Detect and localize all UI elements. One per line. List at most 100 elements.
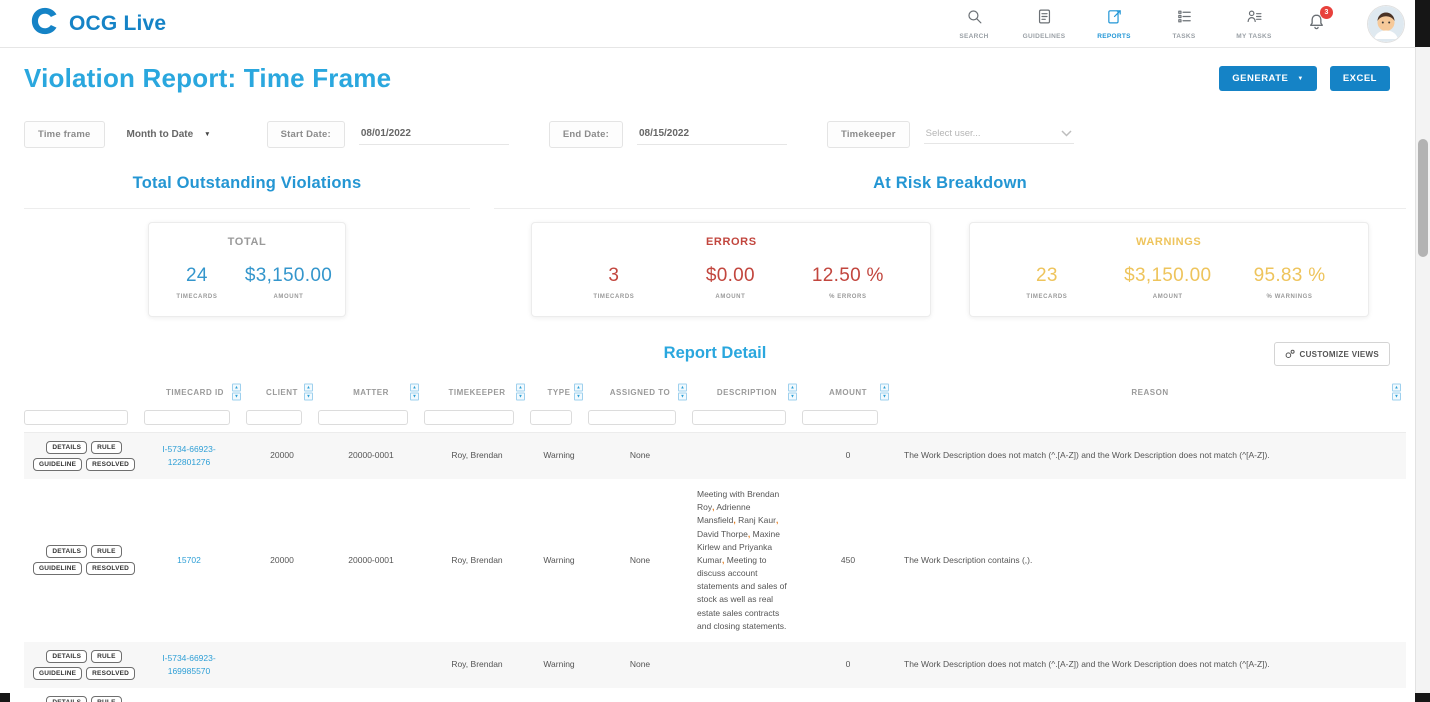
sort-asc-icon[interactable]: ▲ xyxy=(574,384,583,392)
sort-control[interactable]: ▲▼ xyxy=(678,384,687,401)
sort-asc-icon[interactable]: ▲ xyxy=(410,384,419,392)
timecard-id-link[interactable]: 15702 xyxy=(177,555,201,565)
resolved-button[interactable]: RESOLVED xyxy=(86,458,135,471)
nav-label: SEARCH xyxy=(959,33,988,40)
nav-label: GUIDELINES xyxy=(1023,33,1066,40)
sort-asc-icon[interactable]: ▲ xyxy=(232,384,241,392)
ocg-logo-icon xyxy=(30,6,60,41)
sort-desc-icon[interactable]: ▼ xyxy=(574,393,583,401)
filter-input-type[interactable] xyxy=(530,410,572,425)
sort-control[interactable]: ▲▼ xyxy=(574,384,583,401)
resolved-button[interactable]: RESOLVED xyxy=(86,562,135,575)
end-date-input[interactable] xyxy=(637,123,787,145)
column-type: TYPE ▲▼ xyxy=(530,380,588,404)
brand[interactable]: OCG Live xyxy=(30,6,166,41)
type-cell: Warning xyxy=(530,545,588,576)
filter-input-client[interactable] xyxy=(246,410,302,425)
assigned-to-cell: None xyxy=(588,545,692,576)
customize-views-label: CUSTOMIZE VIEWS xyxy=(1300,350,1379,359)
user-avatar[interactable] xyxy=(1368,6,1404,42)
caret-down-icon: ▼ xyxy=(1297,76,1303,82)
description-cell xyxy=(692,656,802,674)
sort-asc-icon[interactable]: ▲ xyxy=(516,384,525,392)
time-frame-label: Time frame xyxy=(24,121,105,148)
notifications-button[interactable]: 3 xyxy=(1307,12,1326,36)
sort-control[interactable]: ▲▼ xyxy=(304,384,313,401)
client-cell xyxy=(246,656,318,674)
report-table: TIMECARD ID ▲▼ CLIENT ▲▼ MATTER ▲▼ TIMEK… xyxy=(24,380,1406,702)
timekeeper-input[interactable] xyxy=(926,128,1036,139)
filter-input-timecard-id[interactable] xyxy=(144,410,230,425)
sort-desc-icon[interactable]: ▼ xyxy=(788,393,797,401)
filter-input-actions[interactable] xyxy=(24,410,128,425)
sort-desc-icon[interactable]: ▼ xyxy=(304,393,313,401)
details-button[interactable]: DETAILS xyxy=(46,545,87,558)
rule-button[interactable]: RULE xyxy=(91,545,122,558)
metric-label: AMOUNT xyxy=(695,294,765,300)
nav-item-guidelines[interactable]: GUIDELINES xyxy=(1021,8,1067,40)
details-button[interactable]: DETAILS xyxy=(46,696,87,702)
details-button[interactable]: DETAILS xyxy=(46,650,87,663)
timekeeper-select[interactable] xyxy=(924,124,1074,144)
nav-item-tasks[interactable]: TASKS xyxy=(1161,8,1207,40)
sort-control[interactable]: ▲▼ xyxy=(1392,384,1401,401)
filter-input-timekeeper[interactable] xyxy=(424,410,514,425)
sort-asc-icon[interactable]: ▲ xyxy=(1392,384,1401,392)
sort-control[interactable]: ▲▼ xyxy=(232,384,241,401)
filter-input-amount[interactable] xyxy=(802,410,878,425)
time-frame-select[interactable]: Month to Date ▼ xyxy=(127,129,211,140)
sort-desc-icon[interactable]: ▼ xyxy=(678,393,687,401)
nav-item-my-tasks[interactable]: MY TASKS xyxy=(1231,8,1277,40)
rule-button[interactable]: RULE xyxy=(91,696,122,702)
sort-desc-icon[interactable]: ▼ xyxy=(516,393,525,401)
timecard-id-link[interactable]: I-5734-66923-169985570 xyxy=(162,653,215,676)
at-risk-section: At Risk Breakdown ERRORS 3 TIMECARDS $0.… xyxy=(494,174,1406,317)
generate-button[interactable]: GENERATE ▼ xyxy=(1219,66,1317,91)
sort-desc-icon[interactable]: ▼ xyxy=(1392,393,1401,401)
sort-asc-icon[interactable]: ▲ xyxy=(678,384,687,392)
time-frame-value: Month to Date xyxy=(127,129,194,140)
filter-input-description[interactable] xyxy=(692,410,786,425)
assigned-to-cell: None xyxy=(588,440,692,471)
settings-icon xyxy=(1285,349,1295,359)
rule-button[interactable]: RULE xyxy=(91,441,122,454)
sort-control[interactable]: ▲▼ xyxy=(410,384,419,401)
sort-desc-icon[interactable]: ▼ xyxy=(410,393,419,401)
filter-input-matter[interactable] xyxy=(318,410,408,425)
guideline-button[interactable]: GUIDELINE xyxy=(33,458,82,471)
summary-section: Total Outstanding Violations TOTAL 24 TI… xyxy=(24,174,1406,317)
sort-control[interactable]: ▲▼ xyxy=(516,384,525,401)
description-cell xyxy=(692,447,802,465)
row-actions: DETAILS RULE GUIDELINE RESOLVED xyxy=(24,642,144,688)
sort-asc-icon[interactable]: ▲ xyxy=(304,384,313,392)
details-button[interactable]: DETAILS xyxy=(46,441,87,454)
metric-value: 23 xyxy=(1012,265,1082,287)
vertical-scrollbar[interactable] xyxy=(1415,47,1430,702)
column-timecard-id: TIMECARD ID ▲▼ xyxy=(144,380,246,404)
sort-asc-icon[interactable]: ▲ xyxy=(880,384,889,392)
window-corner xyxy=(1415,693,1430,702)
nav-item-search[interactable]: SEARCH xyxy=(951,8,997,40)
guideline-button[interactable]: GUIDELINE xyxy=(33,562,82,575)
nav-label: MY TASKS xyxy=(1236,33,1271,40)
customize-views-button[interactable]: CUSTOMIZE VIEWS xyxy=(1274,342,1390,366)
filter-input-assigned-to[interactable] xyxy=(588,410,676,425)
guideline-button[interactable]: GUIDELINE xyxy=(33,667,82,680)
matter-cell: 20000-0001 xyxy=(318,545,424,576)
sort-desc-icon[interactable]: ▼ xyxy=(232,393,241,401)
sort-desc-icon[interactable]: ▼ xyxy=(880,393,889,401)
sort-control[interactable]: ▲▼ xyxy=(880,384,889,401)
start-date-input[interactable] xyxy=(359,123,509,145)
sort-control[interactable]: ▲▼ xyxy=(788,384,797,401)
scrollbar-thumb[interactable] xyxy=(1418,139,1428,257)
window-edge xyxy=(1415,0,1430,47)
resolved-button[interactable]: RESOLVED xyxy=(86,667,135,680)
sort-asc-icon[interactable]: ▲ xyxy=(788,384,797,392)
column-amount: AMOUNT ▲▼ xyxy=(802,380,894,404)
rule-button[interactable]: RULE xyxy=(91,650,122,663)
metric-label: TIMECARDS xyxy=(1012,294,1082,300)
total-violations-section: Total Outstanding Violations TOTAL 24 TI… xyxy=(24,174,470,317)
excel-button[interactable]: EXCEL xyxy=(1330,66,1390,91)
timecard-id-link[interactable]: I-5734-66923-122801276 xyxy=(162,444,215,467)
nav-item-reports[interactable]: REPORTS xyxy=(1091,8,1137,40)
